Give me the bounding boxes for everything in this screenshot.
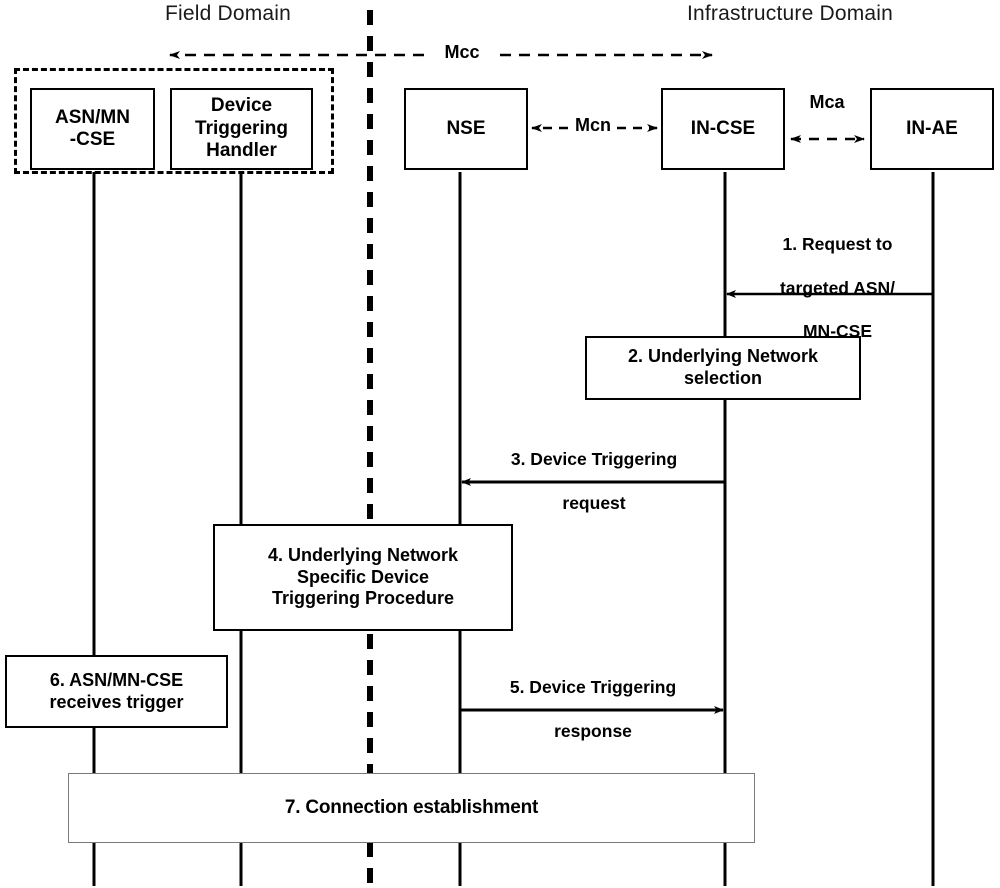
step-4-line1: 4. Underlying Network (267, 544, 459, 565)
step-4-line2: Specific Device (296, 566, 430, 587)
step-2-label: 2. Underlying Network selection (622, 346, 824, 390)
domain-title-infrastructure: Infrastructure Domain (686, 2, 894, 25)
step-6-line2: receives trigger (49, 691, 184, 712)
actor-asn-mn-cse-line2: -CSE (69, 129, 116, 150)
step-1-line1: 1. Request to (782, 233, 893, 254)
actor-in-ae-label: IN-AE (906, 117, 958, 139)
reference-point-mca-label: Mca (809, 92, 845, 112)
step-2-process-box[interactable]: 2. Underlying Network selection (585, 336, 861, 400)
step-7-label: 7. Connection establishment (284, 797, 539, 819)
step-6-process-box[interactable]: 6. ASN/MN-CSE receives trigger (5, 655, 228, 728)
step-4-process-box[interactable]: 4. Underlying Network Specific Device Tr… (213, 524, 513, 631)
actor-in-cse[interactable]: IN-CSE (661, 88, 785, 170)
actor-dth-line3: Handler (206, 140, 277, 162)
reference-point-mcc-label: Mcc (444, 42, 480, 62)
actor-device-triggering-handler-label: Device Triggering Handler (195, 95, 288, 162)
domain-title-field: Field Domain (164, 2, 292, 25)
step-3-message-label: 3. Device Triggering request (472, 427, 716, 536)
actor-nse[interactable]: NSE (404, 88, 528, 170)
actor-in-cse-label: IN-CSE (690, 117, 756, 139)
step-2-line1: 2. Underlying Network (627, 346, 819, 367)
step-5-line1: 5. Device Triggering (509, 676, 677, 697)
step-4-line3: Triggering Procedure (271, 588, 455, 609)
step-3-line2: request (562, 492, 626, 513)
actor-asn-mn-cse-label: ASN/MN -CSE (55, 107, 130, 152)
reference-point-mcn-label: Mcn (575, 115, 611, 135)
step-5-line2: response (554, 720, 632, 741)
step-1-line2: targeted ASN/ (779, 277, 896, 298)
step-7-process-box[interactable]: 7. Connection establishment (68, 773, 755, 843)
actor-nse-label: NSE (446, 117, 486, 139)
step-6-label: 6. ASN/MN-CSE receives trigger (43, 670, 189, 714)
actor-dth-line2: Triggering (195, 117, 288, 139)
step-3-line1: 3. Device Triggering (510, 448, 678, 469)
step-2-line2: selection (683, 368, 762, 388)
step-4-label: 4. Underlying Network Specific Device Tr… (262, 545, 464, 611)
sequence-diagram-canvas: Field Domain Infrastructure Domain ASN/M… (0, 0, 1000, 888)
actor-dth-line1: Device (210, 95, 273, 117)
step-5-message-label: 5. Device Triggering response (468, 655, 718, 764)
step-6-line1: 6. ASN/MN-CSE (49, 669, 184, 690)
actor-in-ae[interactable]: IN-AE (870, 88, 994, 170)
actor-device-triggering-handler[interactable]: Device Triggering Handler (170, 88, 313, 170)
actor-asn-mn-cse[interactable]: ASN/MN -CSE (30, 88, 155, 170)
actor-asn-mn-cse-line1: ASN/MN (55, 106, 130, 128)
